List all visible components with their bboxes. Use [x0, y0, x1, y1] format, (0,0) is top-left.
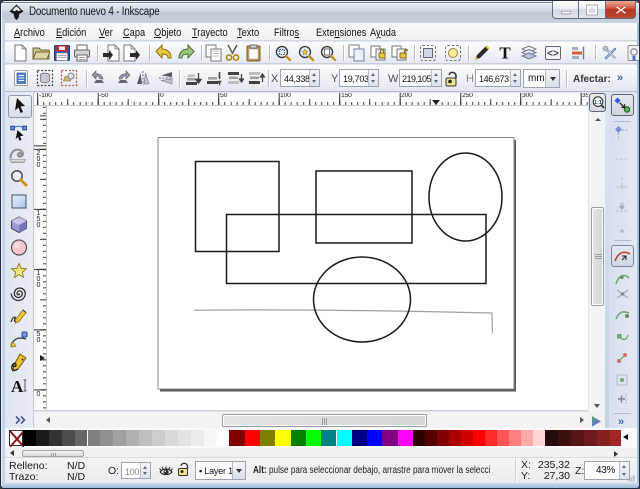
svg-text:A: A [11, 377, 24, 396]
svg-text:<>: <> [547, 49, 559, 60]
svg-text:T: T [499, 44, 511, 62]
svg-text:1:1: 1:1 [594, 100, 602, 106]
